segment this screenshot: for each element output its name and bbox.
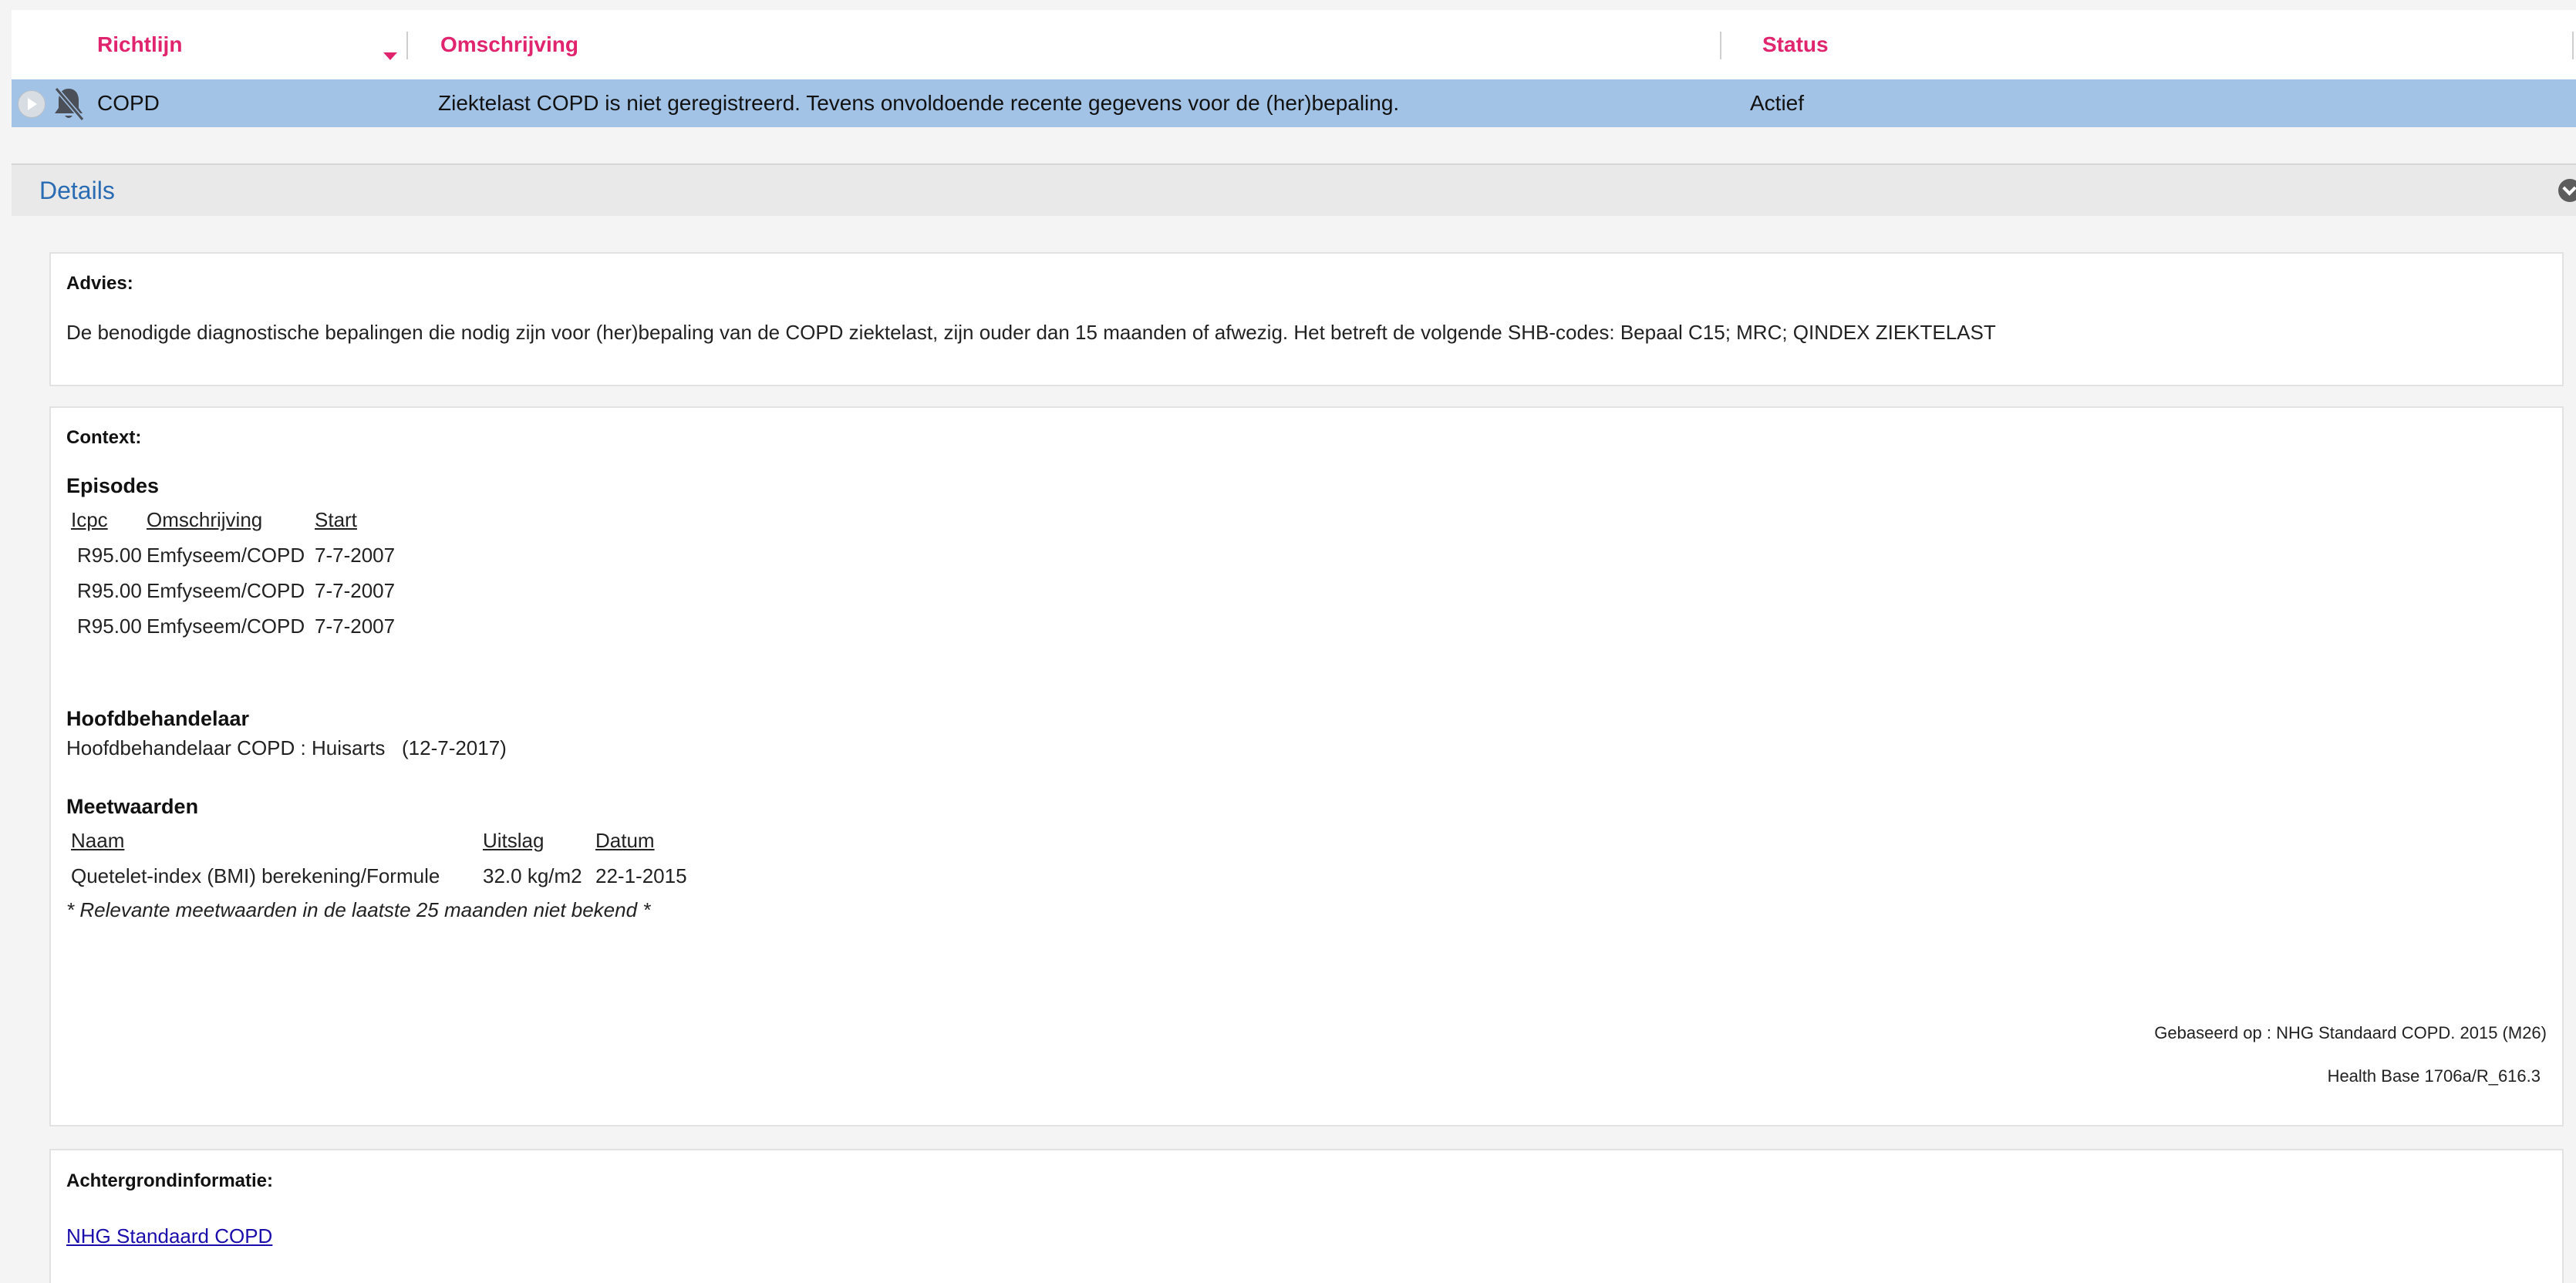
column-header-omschrijving[interactable]: Omschrijving: [440, 10, 578, 79]
episodes-column-omschrijving: Omschrijving: [147, 508, 263, 531]
chevron-circle-down-icon[interactable]: [2558, 179, 2576, 202]
column-divider[interactable]: [1720, 32, 1721, 59]
meetwaarden-column-datum: Datum: [595, 829, 655, 852]
meetwaarden-title: Meetwaarden: [66, 795, 199, 818]
play-circle-icon[interactable]: [18, 90, 46, 118]
episode-cell-omschrijving: Emfyseem/COPD: [147, 544, 305, 567]
episode-cell-start: 7-7-2007: [315, 615, 396, 638]
advies-text: De benodigde diagnostische bepalingen di…: [66, 321, 1996, 344]
hoofdbehandelaar-text: Hoofdbehandelaar COPD : Huisarts (12-7-2…: [66, 736, 507, 759]
advies-panel: Advies: De benodigde diagnostische bepal…: [49, 252, 2564, 386]
column-header-status[interactable]: Status: [1762, 10, 1829, 79]
sort-down-icon[interactable]: [383, 52, 397, 60]
achtergrond-panel: Achtergrondinformatie: NHG Standaard COP…: [49, 1149, 2564, 1283]
episode-cell-start: 7-7-2007: [315, 544, 396, 567]
column-header-status-label: Status: [1762, 32, 1829, 56]
episode-cell-icpc: R95.00: [77, 615, 142, 638]
cell-status: Actief: [1750, 91, 1805, 115]
advies-heading: Advies:: [66, 273, 133, 294]
table-row[interactable]: COPD Ziektelast COPD is niet geregistree…: [12, 79, 2576, 127]
meetwaarde-cell-naam: Quetelet-index (BMI) berekening/Formule: [71, 864, 440, 887]
grid-header: Richtlijn Omschrijving Status: [12, 10, 2576, 79]
meetwaarden-column-uitslag: Uitslag: [483, 829, 545, 852]
episode-cell-start: 7-7-2007: [315, 579, 396, 602]
episodes-title: Episodes: [66, 474, 160, 497]
column-divider[interactable]: [2572, 32, 2574, 59]
achtergrond-heading: Achtergrondinformatie:: [66, 1170, 274, 1191]
episodes-column-start: Start: [315, 508, 357, 531]
meetwaarde-cell-uitslag: 32.0 kg/m2: [483, 864, 582, 887]
episode-cell-omschrijving: Emfyseem/COPD: [147, 615, 305, 638]
context-panel: Context: Episodes Icpc Omschrijving Star…: [49, 406, 2564, 1126]
cell-omschrijving: Ziektelast COPD is niet geregistreerd. T…: [438, 91, 1400, 115]
details-title: Details: [39, 176, 115, 204]
cell-richtlijn: COPD: [97, 91, 160, 115]
episode-cell-icpc: R95.00: [77, 579, 142, 602]
episodes-column-icpc: Icpc: [71, 508, 108, 531]
column-header-richtlijn-label: Richtlijn: [97, 32, 183, 56]
meetwaarden-column-naam: Naam: [71, 829, 125, 852]
version-text: Health Base 1706a/R_616.3: [2327, 1066, 2541, 1086]
column-header-omschrijving-label: Omschrijving: [440, 32, 578, 56]
context-heading: Context:: [66, 427, 142, 448]
meetwaarden-note: * Relevante meetwaarden in de laatste 25…: [66, 898, 651, 921]
based-on-text: Gebaseerd op : NHG Standaard COPD. 2015 …: [2154, 1023, 2547, 1042]
episode-cell-omschrijving: Emfyseem/COPD: [147, 579, 305, 602]
column-header-richtlijn[interactable]: Richtlijn: [97, 10, 182, 79]
meetwaarde-cell-datum: 22-1-2015: [595, 864, 687, 887]
details-bar[interactable]: Details: [12, 163, 2576, 216]
hoofdbehandelaar-title: Hoofdbehandelaar: [66, 707, 250, 730]
episode-cell-icpc: R95.00: [77, 544, 142, 567]
column-divider[interactable]: [406, 32, 408, 59]
bell-muted-icon[interactable]: [50, 84, 87, 123]
nhg-standaard-copd-link[interactable]: NHG Standaard COPD: [66, 1224, 272, 1248]
